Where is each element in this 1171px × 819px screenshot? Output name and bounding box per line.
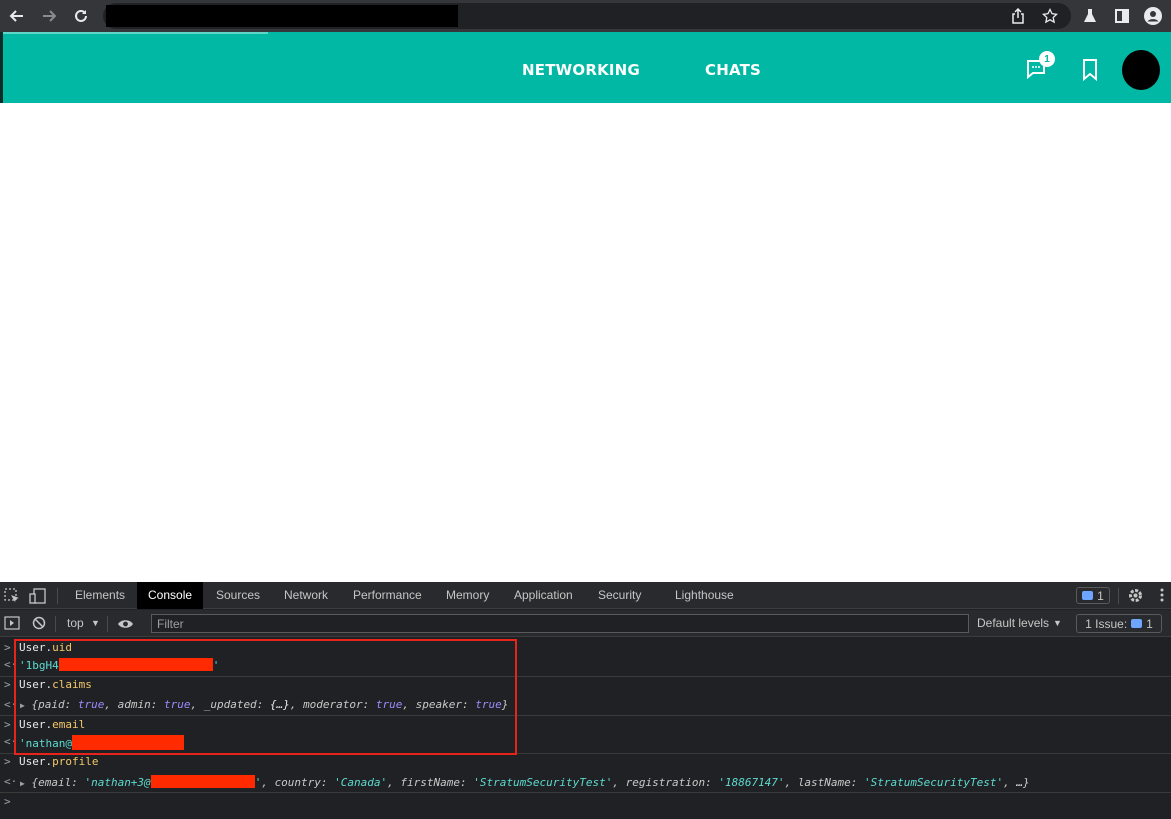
tab-application[interactable]: Application — [503, 582, 584, 609]
expand-triangle-icon[interactable]: ▶ — [20, 779, 25, 788]
message-count: 1 — [1097, 588, 1104, 603]
divider — [1118, 588, 1119, 604]
console-toolbar: top ▼ Filter Default levels ▼ 1 Issue: 1 — [0, 610, 1171, 637]
bookmark-icon[interactable] — [1078, 57, 1104, 83]
nav-networking[interactable]: NETWORKING — [522, 61, 640, 79]
device-toggle-icon[interactable] — [29, 588, 47, 609]
clear-console-icon[interactable] — [32, 616, 46, 635]
input-chevron-icon: > — [4, 678, 11, 691]
loading-progress — [3, 32, 268, 34]
divider — [107, 616, 108, 632]
obj-key: lastName — [797, 776, 851, 789]
chevron-down-icon: ▼ — [91, 618, 100, 628]
obj-value: 'StratumSecurityTest' — [473, 776, 613, 789]
back-arrow-icon[interactable] — [7, 6, 27, 26]
side-panel-icon[interactable] — [1112, 6, 1132, 26]
chevron-down-icon: ▼ — [1053, 618, 1062, 628]
issue-icon — [1131, 619, 1143, 628]
obj-value: '18867147' — [718, 776, 785, 789]
tab-sources[interactable]: Sources — [205, 582, 271, 609]
nav-chats[interactable]: CHATS — [705, 61, 761, 79]
inspect-element-icon[interactable] — [4, 588, 20, 609]
gear-icon[interactable] — [1127, 587, 1144, 609]
obj-key: firstName — [400, 776, 461, 789]
obj-ellipsis: … — [1016, 776, 1023, 789]
tab-elements[interactable]: Elements — [64, 582, 136, 609]
profile-icon[interactable] — [1143, 6, 1163, 26]
quote: ' — [254, 776, 262, 789]
log-levels-select[interactable]: Default levels — [977, 616, 1049, 630]
input-chevron-icon: > — [4, 718, 11, 731]
filter-input[interactable]: Filter — [151, 614, 969, 633]
labs-flask-icon[interactable] — [1080, 6, 1100, 26]
reload-icon[interactable] — [71, 6, 91, 26]
tab-memory[interactable]: Memory — [435, 582, 500, 609]
obj-value: 'Canada' — [334, 776, 388, 789]
chat-badge: 1 — [1039, 51, 1055, 67]
url-redaction — [106, 5, 458, 27]
tab-lighthouse[interactable]: Lighthouse — [664, 582, 745, 609]
obj-value: 'nathan+3@ — [84, 776, 151, 789]
issues-button[interactable]: 1 Issue: 1 — [1076, 614, 1162, 633]
forward-arrow-icon[interactable] — [39, 6, 59, 26]
divider — [57, 588, 58, 604]
star-icon[interactable] — [1040, 6, 1060, 26]
redaction — [150, 775, 255, 788]
tab-network[interactable]: Network — [273, 582, 339, 609]
more-options-icon[interactable] — [1160, 588, 1164, 607]
obj-key: registration — [625, 776, 706, 789]
divider — [55, 616, 56, 632]
devtools-tabbar: Elements Console Sources Network Perform… — [0, 582, 1171, 609]
input-chevron-icon: > — [4, 755, 11, 768]
input-chevron-icon: > — [4, 641, 11, 654]
share-icon[interactable] — [1008, 6, 1028, 26]
highlight-box — [14, 639, 517, 755]
obj-key: country — [274, 776, 321, 789]
tab-performance[interactable]: Performance — [342, 582, 433, 609]
obj-key: email — [38, 776, 72, 789]
cmd-property: profile — [52, 755, 99, 768]
obj-value: 'StratumSecurityTest' — [864, 776, 1004, 789]
cmd-object: User — [19, 755, 46, 768]
prompt-chevron-icon: > — [4, 795, 11, 808]
issues-label: 1 Issue: — [1085, 616, 1128, 631]
page-content — [0, 103, 1171, 582]
avatar[interactable] — [1122, 50, 1160, 90]
message-icon — [1082, 591, 1094, 600]
divider — [0, 792, 1171, 793]
tab-security[interactable]: Security — [587, 582, 652, 609]
sidebar-toggle-icon[interactable] — [4, 616, 20, 635]
issues-count: 1 — [1146, 616, 1153, 631]
eye-icon[interactable] — [117, 617, 134, 635]
header-left-edge — [0, 32, 3, 103]
context-select[interactable]: top — [67, 616, 84, 630]
tab-console[interactable]: Console — [137, 582, 204, 609]
result-arrow-icon: <· — [4, 775, 18, 788]
browser-toolbar — [0, 0, 1171, 32]
messages-badge[interactable]: 1 — [1076, 587, 1110, 604]
